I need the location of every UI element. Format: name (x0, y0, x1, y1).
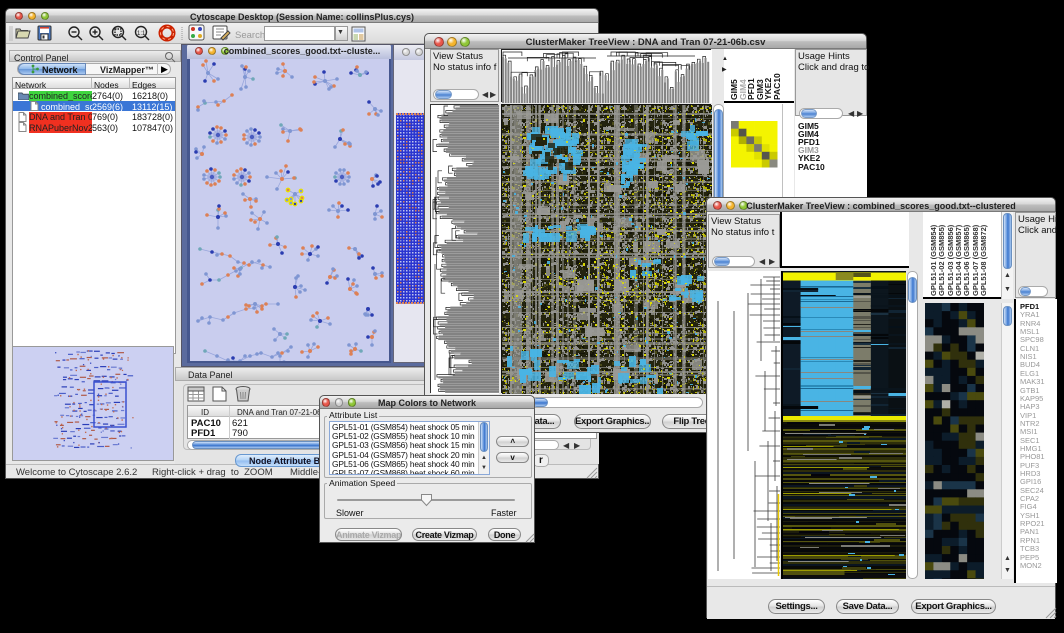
svg-text:1:1: 1:1 (137, 31, 146, 37)
